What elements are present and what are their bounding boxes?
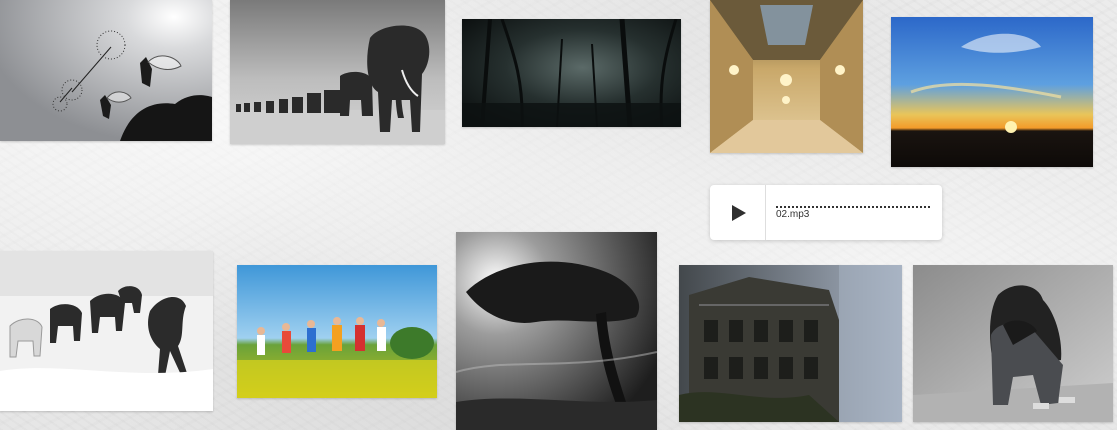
sad-person-photo-icon: [913, 265, 1113, 422]
audio-progress-track[interactable]: [776, 206, 930, 208]
dark-forest-photo[interactable]: [462, 19, 681, 127]
abandoned-mansion-photo-icon: [679, 265, 902, 422]
children-meadow-photo-icon: [237, 265, 437, 398]
player-divider: [765, 185, 766, 240]
palace-hall-photo[interactable]: [710, 0, 863, 153]
sad-person-photo[interactable]: [913, 265, 1113, 422]
fairy-photo[interactable]: [0, 0, 212, 141]
sunset-photo[interactable]: [891, 17, 1093, 167]
horses-photo-icon: [0, 251, 213, 411]
elephants-photo[interactable]: [230, 0, 445, 144]
dark-forest-photo-icon: [462, 19, 681, 127]
fairy-photo-icon: [0, 0, 212, 141]
windswept-tree-photo[interactable]: [456, 232, 657, 430]
horses-photo[interactable]: [0, 251, 213, 411]
audio-player: 02.mp3: [710, 185, 942, 240]
elephants-photo-icon: [230, 0, 445, 144]
windswept-tree-photo-icon: [456, 232, 657, 430]
play-icon: [732, 204, 746, 221]
play-button[interactable]: [710, 185, 765, 240]
audio-filename: 02.mp3: [776, 209, 810, 220]
children-meadow-photo[interactable]: [237, 265, 437, 398]
abandoned-mansion-photo[interactable]: [679, 265, 902, 422]
palace-hall-photo-icon: [710, 0, 863, 153]
sunset-photo-icon: [891, 17, 1093, 167]
